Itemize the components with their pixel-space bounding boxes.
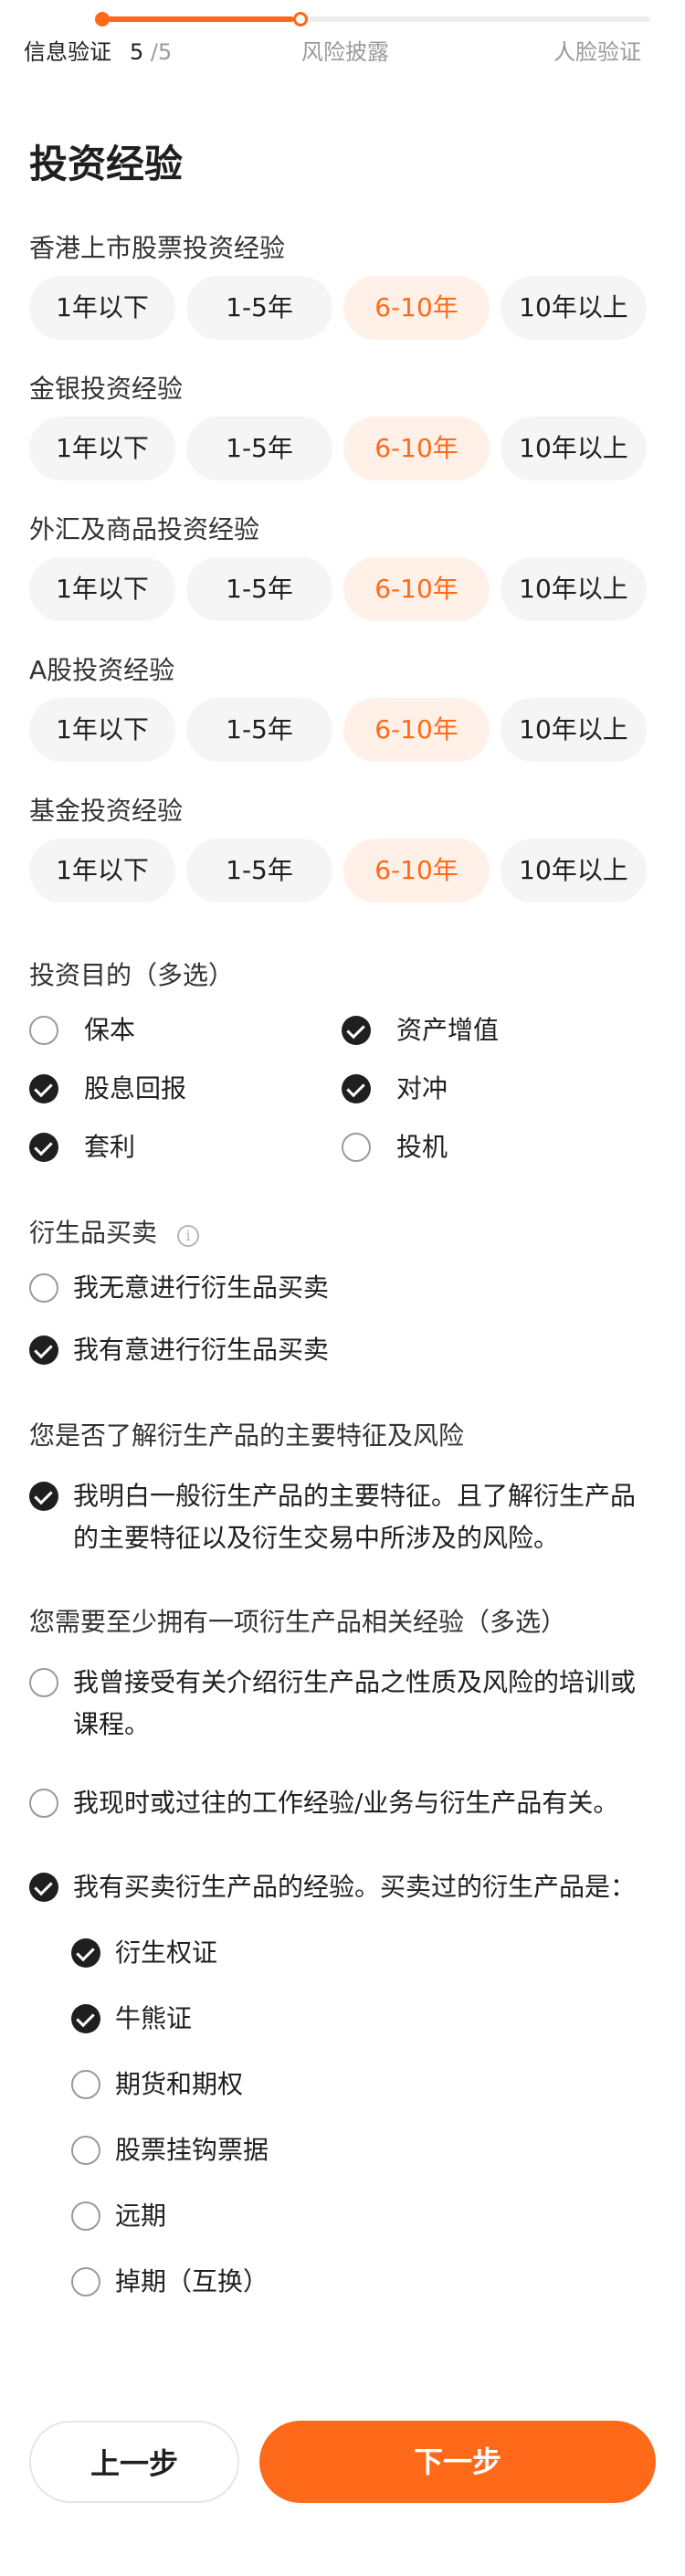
- derivative-product-option-checked-icon[interactable]: [71, 2004, 100, 2033]
- experience-option[interactable]: 1-5年: [186, 698, 332, 762]
- experience-option[interactable]: 10年以上: [501, 839, 647, 903]
- experience-label: 外汇及商品投资经验: [29, 514, 260, 544]
- purpose-option-label[interactable]: 套利: [84, 1129, 135, 1166]
- purpose-option-label[interactable]: 股息回报: [84, 1071, 186, 1107]
- purpose-option-checked-icon[interactable]: [29, 1074, 58, 1103]
- derivative-trading-option-label[interactable]: 我有意进行衍生品买卖: [73, 1332, 329, 1368]
- experience-option-row: 1年以下 1-5年 6-10年 10年以上: [29, 557, 659, 621]
- experience-requirement-option-checked-icon[interactable]: [29, 1873, 58, 1902]
- experience-requirement-option-label[interactable]: 我曾接受有关介绍衍生产品之性质及风险的培训或课程。: [73, 1662, 639, 1746]
- progress-fill: [102, 16, 294, 22]
- understanding-option-label[interactable]: 我明白一般衍生产品的主要特征。且了解衍生产品的主要特征以及衍生交易中所涉及的风险…: [73, 1475, 639, 1559]
- experience-option-row: 1年以下 1-5年 6-10年 10年以上: [29, 839, 659, 903]
- step-label-face: 人脸验证: [553, 39, 641, 65]
- purpose-option-checked-icon[interactable]: [342, 1074, 371, 1103]
- purpose-option-checked-icon[interactable]: [342, 1016, 371, 1045]
- experience-option[interactable]: 1年以下: [29, 417, 175, 480]
- derivative-product-option-label[interactable]: 掉期（互换）: [115, 2264, 269, 2300]
- experience-option[interactable]: 6-10年: [343, 276, 490, 340]
- experience-requirement-option-unchecked-icon[interactable]: [29, 1789, 58, 1818]
- experience-option-row: 1年以下 1-5年 6-10年 10年以上: [29, 276, 659, 340]
- step-counter: 5 /5: [130, 37, 172, 68]
- experience-block: 香港上市股票投资经验 1年以下 1-5年 6-10年 10年以上: [0, 230, 685, 376]
- experience-requirement-option-label[interactable]: 我现时或过往的工作经验/业务与衍生产品有关。: [73, 1785, 618, 1821]
- experience-option[interactable]: 10年以上: [501, 276, 647, 340]
- purpose-label: 投资目的（多选）: [29, 960, 235, 990]
- experience-option[interactable]: 6-10年: [343, 698, 490, 762]
- derivative-product-option-label[interactable]: 牛熊证: [115, 2001, 192, 2037]
- step-total: /5: [150, 39, 173, 65]
- understanding-option-checked-icon[interactable]: [29, 1482, 58, 1511]
- derivative-product-option-label[interactable]: 期货和期权: [115, 2066, 243, 2103]
- experience-block: 外汇及商品投资经验 1年以下 1-5年 6-10年 10年以上: [0, 512, 685, 658]
- experience-option[interactable]: 1年以下: [29, 557, 175, 621]
- experience-requirement-label: 您需要至少拥有一项衍生产品相关经验（多选）: [29, 1607, 567, 1637]
- understanding-label: 您是否了解衍生产品的主要特征及风险: [29, 1420, 465, 1451]
- purpose-option-unchecked-icon[interactable]: [342, 1133, 371, 1162]
- next-button[interactable]: 下一步: [259, 2421, 656, 2503]
- purpose-option-label[interactable]: 投机: [396, 1129, 448, 1166]
- experience-option[interactable]: 10年以上: [501, 417, 647, 480]
- info-icon[interactable]: i: [177, 1225, 200, 1247]
- purpose-option-label[interactable]: 对冲: [396, 1071, 448, 1107]
- prev-button[interactable]: 上一步: [29, 2421, 239, 2503]
- derivative-product-option-label[interactable]: 股票挂钩票据: [115, 2132, 269, 2169]
- progress-start-dot: [95, 12, 110, 26]
- progress-header: 信息验证 5 /5 风险披露 人脸验证: [0, 0, 685, 82]
- experience-option-row: 1年以下 1-5年 6-10年 10年以上: [29, 698, 659, 762]
- derivative-product-option-label[interactable]: 远期: [115, 2198, 166, 2234]
- purpose-option-label[interactable]: 资产增值: [396, 1012, 499, 1049]
- experience-option[interactable]: 6-10年: [343, 557, 490, 621]
- experience-option[interactable]: 6-10年: [343, 417, 490, 480]
- experience-option[interactable]: 1-5年: [186, 276, 332, 340]
- step-label-info: 信息验证: [24, 39, 111, 65]
- derivative-trading-option-checked-icon[interactable]: [29, 1336, 58, 1365]
- experience-option[interactable]: 1-5年: [186, 839, 332, 903]
- experience-option[interactable]: 1-5年: [186, 557, 332, 621]
- step-label-risk: 风险披露: [301, 39, 389, 65]
- derivative-trading-option-label[interactable]: 我无意进行衍生品买卖: [73, 1270, 329, 1306]
- experience-option[interactable]: 1年以下: [29, 698, 175, 762]
- derivative-product-option-unchecked-icon[interactable]: [71, 2136, 100, 2165]
- experience-label: A股投资经验: [29, 655, 175, 685]
- purpose-option-checked-icon[interactable]: [29, 1133, 58, 1162]
- progress-track: [102, 16, 650, 22]
- experience-requirement-option-label[interactable]: 我有买卖衍生产品的经验。买卖过的衍生产品是：: [73, 1869, 636, 1906]
- experience-option[interactable]: 1年以下: [29, 276, 175, 340]
- derivative-product-option-unchecked-icon[interactable]: [71, 2201, 100, 2231]
- experience-block: 基金投资经验 1年以下 1-5年 6-10年 10年以上: [0, 793, 685, 939]
- derivative-product-option-checked-icon[interactable]: [71, 1938, 100, 1968]
- experience-label: 基金投资经验: [29, 796, 184, 826]
- purpose-option-label[interactable]: 保本: [84, 1012, 135, 1049]
- step-current: 5: [130, 39, 144, 65]
- derivative-product-option-unchecked-icon[interactable]: [71, 2267, 100, 2296]
- purpose-option-unchecked-icon[interactable]: [29, 1016, 58, 1045]
- derivative-product-option-unchecked-icon[interactable]: [71, 2070, 100, 2099]
- derivative-trading-title: 衍生品买卖: [29, 1218, 158, 1248]
- experience-option[interactable]: 10年以上: [501, 698, 647, 762]
- experience-block: A股投资经验 1年以下 1-5年 6-10年 10年以上: [0, 652, 685, 798]
- experience-option[interactable]: 6-10年: [343, 839, 490, 903]
- experience-option[interactable]: 1年以下: [29, 839, 175, 903]
- experience-block: 金银投资经验 1年以下 1-5年 6-10年 10年以上: [0, 371, 685, 517]
- experience-option[interactable]: 1-5年: [186, 417, 332, 480]
- derivative-trading-label: 衍生品买卖 i: [29, 1215, 200, 1251]
- experience-label: 金银投资经验: [29, 374, 184, 404]
- experience-option[interactable]: 10年以上: [501, 557, 647, 621]
- experience-requirement-option-unchecked-icon[interactable]: [29, 1668, 58, 1697]
- page-title: 投资经验: [29, 142, 184, 186]
- experience-option-row: 1年以下 1-5年 6-10年 10年以上: [29, 417, 659, 480]
- experience-label: 香港上市股票投资经验: [29, 233, 286, 263]
- progress-current-dot: [293, 12, 308, 26]
- derivative-product-option-label[interactable]: 衍生权证: [115, 1935, 217, 1971]
- derivative-trading-option-unchecked-icon[interactable]: [29, 1273, 58, 1303]
